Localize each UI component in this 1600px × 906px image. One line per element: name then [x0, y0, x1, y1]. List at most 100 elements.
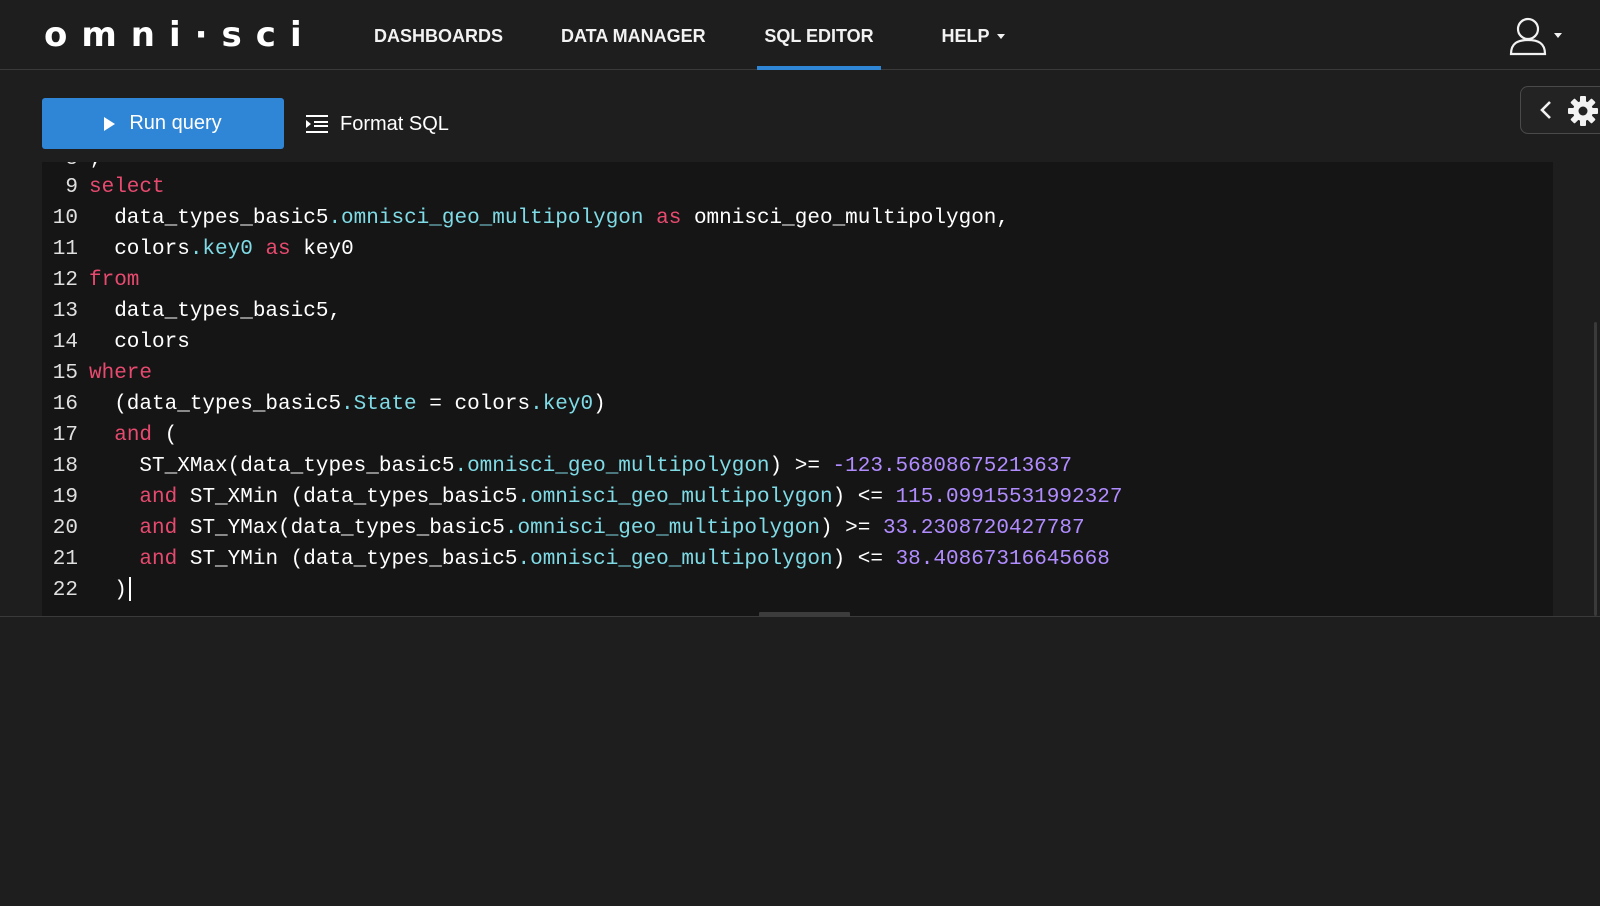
line-number: 14: [52, 331, 78, 354]
editor-line[interactable]: 10 data_types_basic5.omnisci_geo_multipo…: [42, 203, 1542, 234]
sql-keyword: from: [89, 269, 140, 292]
code-text: and ST_YMax(data_types_basic5.omnisci_ge…: [89, 513, 1085, 544]
line-number: 13: [52, 300, 78, 323]
line-number: 12: [52, 269, 78, 292]
line-number: 15: [52, 362, 78, 385]
sql-text: omnisci_geo_multipolygon,: [681, 207, 1009, 230]
nav-help-label: HELP: [941, 26, 990, 46]
editor-line[interactable]: 16 (data_types_basic5.State = colors.key…: [42, 389, 1542, 420]
line-number: 21: [52, 548, 78, 571]
code-text: ST_XMax(data_types_basic5.omnisci_geo_mu…: [89, 451, 1072, 482]
sql-text: (: [152, 424, 178, 447]
user-menu[interactable]: [1508, 16, 1568, 56]
sql-number: 38.40867316645668: [895, 548, 1110, 571]
format-sql-button[interactable]: Format SQL: [306, 103, 449, 145]
sql-text: ST_XMax(data_types_basic5: [89, 455, 455, 478]
editor-line[interactable]: 14 colors: [42, 327, 1542, 358]
sql-keyword: as: [265, 238, 291, 261]
editor-line[interactable]: 18 ST_XMax(data_types_basic5.omnisci_geo…: [42, 451, 1542, 482]
sql-text: (data_types_basic5: [89, 393, 342, 416]
sql-text: data_types_basic5: [89, 207, 329, 230]
sql-text: key0: [290, 238, 354, 261]
code-text: select: [89, 172, 165, 203]
sql-text: data_types_basic5,: [89, 300, 342, 323]
sql-number: -123.56808675213637: [832, 455, 1072, 478]
code-text: data_types_basic5,: [89, 296, 341, 327]
editor-line[interactable]: 12 from: [42, 265, 1542, 296]
line-number: 16: [52, 393, 78, 416]
sql-text: ST_XMin (data_types_basic5: [177, 486, 518, 509]
omnisci-logo[interactable]: omni·sci: [44, 18, 316, 52]
code-text: colors.key0 as key0: [89, 234, 354, 265]
sql-keyword: where: [89, 362, 153, 385]
sql-property: .omnisci_geo_multipolygon: [517, 486, 833, 509]
run-query-label: Run query: [129, 112, 222, 134]
sql-text: colors: [89, 331, 190, 354]
sql-number: 115.09915531992327: [895, 486, 1123, 509]
sql-property: .key0: [189, 238, 253, 261]
line-number: 9: [65, 176, 78, 199]
sql-editor[interactable]: 8; 9select10 data_types_basic5.omnisci_g…: [42, 162, 1553, 616]
editor-line[interactable]: 22 ): [42, 575, 1542, 606]
format-indent-icon: [306, 115, 328, 133]
line-number: 11: [52, 238, 78, 261]
nav-data-manager[interactable]: DATA MANAGER: [561, 0, 706, 70]
code-text: data_types_basic5.omnisci_geo_multipolyg…: [89, 203, 1009, 234]
sql-property: .omnisci_geo_multipolygon: [504, 517, 820, 540]
sql-property: .omnisci_geo_multipolygon: [454, 455, 770, 478]
editor-scrollbar[interactable]: [1594, 322, 1597, 616]
sql-text: ) <=: [832, 486, 896, 509]
side-panel-toggle[interactable]: [1520, 86, 1600, 134]
editor-line[interactable]: 9 select: [42, 172, 1542, 203]
nav-help[interactable]: HELP: [937, 0, 1009, 70]
format-sql-label: Format SQL: [340, 112, 449, 135]
run-query-button[interactable]: Run query: [42, 98, 284, 149]
text-cursor: [128, 577, 131, 602]
line-number: 19: [52, 486, 78, 509]
chevron-down-icon: [996, 33, 1005, 39]
code-text: and (: [89, 420, 177, 451]
code-text: ): [89, 575, 131, 606]
sql-number: 33.2308720427787: [882, 517, 1085, 540]
line-number: 17: [52, 424, 78, 447]
sql-text: ST_YMax(data_types_basic5: [177, 517, 505, 540]
gear-icon[interactable]: [1567, 95, 1599, 127]
editor-line[interactable]: 17 and (: [42, 420, 1542, 451]
sql-text: colors: [89, 238, 190, 261]
line-number: 22: [52, 579, 78, 602]
editor-line[interactable]: 13 data_types_basic5,: [42, 296, 1542, 327]
user-icon: [1509, 17, 1562, 56]
sql-text: ) >=: [769, 455, 833, 478]
top-nav: omni·sci DASHBOARDS DATA MANAGER SQL EDI…: [0, 0, 1600, 70]
editor-line[interactable]: 19 and ST_XMin (data_types_basic5.omnisc…: [42, 482, 1542, 513]
editor-line[interactable]: 15 where: [42, 358, 1542, 389]
sql-property: .key0: [530, 393, 594, 416]
sql-text: ) >=: [819, 517, 883, 540]
nav-dashboards[interactable]: DASHBOARDS: [374, 0, 503, 70]
editor-line[interactable]: 11 colors.key0 as key0: [42, 234, 1542, 265]
nav-sql-editor[interactable]: SQL EDITOR: [757, 0, 881, 70]
code-text: colors: [89, 327, 190, 358]
play-icon: [104, 116, 116, 131]
line-number: 18: [52, 455, 78, 478]
chevron-left-icon[interactable]: [1539, 100, 1553, 120]
editor-line[interactable]: 20 and ST_YMax(data_types_basic5.omnisci…: [42, 513, 1542, 544]
sql-keyword: and: [139, 486, 178, 509]
code-text: from: [89, 265, 139, 296]
code-text: (data_types_basic5.State = colors.key0): [89, 389, 606, 420]
sql-text: ): [89, 579, 127, 602]
results-pane: [0, 617, 1600, 906]
nav-sql-editor-label: SQL EDITOR: [764, 26, 874, 46]
editor-line[interactable]: 21 and ST_YMin (data_types_basic5.omnisc…: [42, 544, 1542, 575]
sql-keyword: as: [656, 207, 682, 230]
sql-text: ) <=: [832, 548, 896, 571]
sql-property: .omnisci_geo_multipolygon: [328, 207, 644, 230]
sql-text: ): [593, 393, 606, 416]
sql-property: .State: [341, 393, 417, 416]
